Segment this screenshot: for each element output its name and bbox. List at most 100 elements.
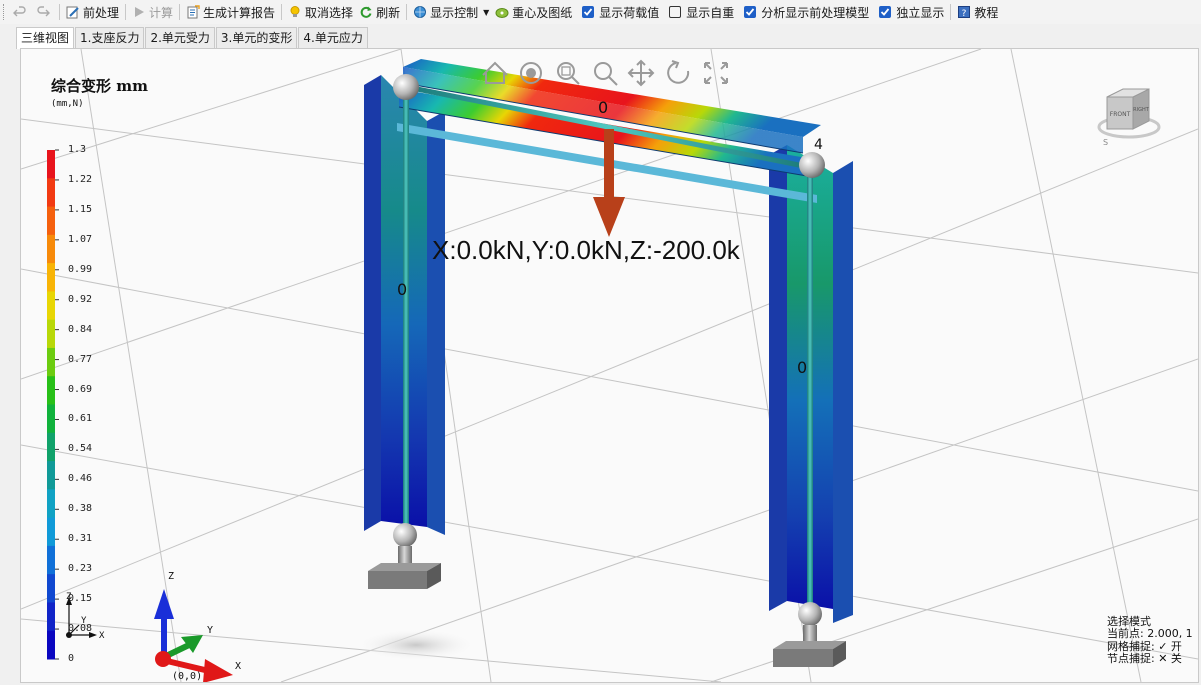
node-ball[interactable] [393,523,417,547]
legend-label: 0.69 [68,383,93,395]
node-label: 0 [797,358,807,377]
status-node-snap: 节点捕捉: ✕ 关 [1107,652,1182,665]
centroid-button[interactable]: 重心及图纸 [492,1,575,23]
cube-front-label: FRONT [1110,111,1131,118]
view-tabs: 三维视图 1.支座反力 2.单元受力 3.单元的变形 4.单元应力 [16,27,369,49]
left-support[interactable] [368,546,441,589]
calculate-button[interactable]: 计算 [129,1,176,23]
pan-icon[interactable] [627,59,655,87]
node-label: 0 [598,98,608,117]
legend-color-swatch [47,263,55,292]
legend-color-swatch [47,234,55,264]
show-load-label: 显示荷载值 [599,5,660,20]
axis-x-label: X [235,661,241,672]
legend-title: 综合变形 mm [51,77,148,95]
legend-label: 0 [68,653,75,664]
deselect-button[interactable]: 取消选择 [285,1,356,23]
model-shadow [356,629,476,661]
axis-z-label: Z [168,571,174,582]
legend-label: 0.08 [68,623,93,635]
node-ball[interactable] [393,74,419,100]
left-rod [403,89,409,533]
tab-support-reaction[interactable]: 1.支座反力 [75,27,145,48]
undo-button[interactable] [10,1,33,23]
display-control-label: 显示控制 [430,5,479,20]
tab-element-force[interactable]: 2.单元受力 [145,27,215,48]
legend-label: 1.3 [68,144,87,155]
show-weight-check[interactable] [669,6,682,18]
cube-right-label: RIGHT [1133,107,1150,113]
right-support[interactable] [773,625,846,667]
show-premodel-check[interactable] [744,6,757,18]
node-ball[interactable] [799,152,825,178]
legend-color-swatch [47,432,55,462]
legend-color-swatch [47,206,55,236]
zoom-window-icon[interactable] [557,62,580,85]
refresh-icon [360,6,372,18]
show-premodel-checkbox[interactable]: 分析显示前处理模型 [737,1,872,23]
legend-color-swatch [47,347,55,377]
play-icon [135,7,145,17]
node-label: 4 [814,137,823,153]
show-load-checkbox[interactable]: 显示荷载值 [575,1,662,23]
legend-label: 0.31 [68,533,93,545]
rotate-icon[interactable] [667,60,690,84]
main-toolbar: 前处理 计算 生成计算报告 取消选择 刷新 显示控制 ▼ 重心及图纸 显示荷载值… [0,0,1201,24]
right-rod [807,167,813,613]
legend-color-swatch [47,574,55,603]
legend-color-swatch [47,630,55,660]
refresh-button[interactable]: 刷新 [356,1,403,23]
display-control-dropdown[interactable]: 显示控制 ▼ [410,1,492,23]
mini-axis-x: X [99,631,105,641]
toolbar-separator [59,4,60,20]
load-arrow [593,129,625,237]
3d-viewport[interactable]: 0 0 0 4 FRONT RIGHT S Z X Y Z Y X (0,0) … [20,48,1199,683]
legend-color-swatch [47,291,55,321]
legend-label: 0.61 [68,413,93,425]
centroid-icon [495,8,509,18]
view-cube[interactable]: FRONT RIGHT S [1097,88,1161,147]
axis-origin-label: (0,0) [172,671,202,682]
show-load-check[interactable] [582,6,595,18]
preprocess-button[interactable]: 前处理 [63,1,122,23]
scene-canvas[interactable]: 0 0 0 4 FRONT RIGHT S Z X Y Z Y X (0,0) [21,49,1198,682]
zoom-icon[interactable] [594,62,618,86]
isolate-checkbox[interactable]: 独立显示 [872,1,947,23]
tutorial-button[interactable]: ? 教程 [954,1,1001,23]
legend-label: 0.99 [68,263,93,275]
legend-color-bar [47,149,59,660]
legend-label: 1.15 [68,203,93,215]
node-ball[interactable] [798,602,822,626]
legend-color-swatch [47,517,55,547]
toolbar-grip[interactable] [3,4,7,20]
redo-button[interactable] [33,1,56,23]
legend-label: 0.46 [68,473,93,485]
isolate-check[interactable] [879,6,892,18]
help-book-icon: ? [958,6,971,19]
tab-element-stress[interactable]: 4.单元应力 [298,27,368,48]
tab-element-deformation[interactable]: 3.单元的变形 [215,27,298,48]
legend-color-swatch [47,319,55,349]
legend-color-swatch [47,545,55,575]
refresh-label: 刷新 [376,5,401,20]
toolbar-separator [179,4,181,20]
legend-label: 1.22 [68,173,93,185]
legend-unit: (mm,N) [51,99,84,109]
legend-color-swatch [47,602,55,632]
undo-icon [13,6,26,17]
centroid-label: 重心及图纸 [512,5,573,20]
legend-color-swatch [47,376,55,405]
show-weight-checkbox[interactable]: 显示自重 [662,1,737,23]
axis-y-label: Y [207,625,213,636]
legend-color-swatch [47,404,55,434]
report-button[interactable]: 生成计算报告 [183,1,278,23]
legend-label: 0.38 [68,503,93,515]
tab-3d-view[interactable]: 三维视图 [16,27,75,49]
show-weight-label: 显示自重 [686,5,735,20]
isolate-label: 独立显示 [896,5,945,20]
show-premodel-label: 分析显示前处理模型 [761,5,870,20]
toolbar-separator [950,4,952,20]
edit-icon [66,6,79,19]
lightbulb-icon [290,6,300,17]
legend-label: 0.23 [68,563,93,575]
